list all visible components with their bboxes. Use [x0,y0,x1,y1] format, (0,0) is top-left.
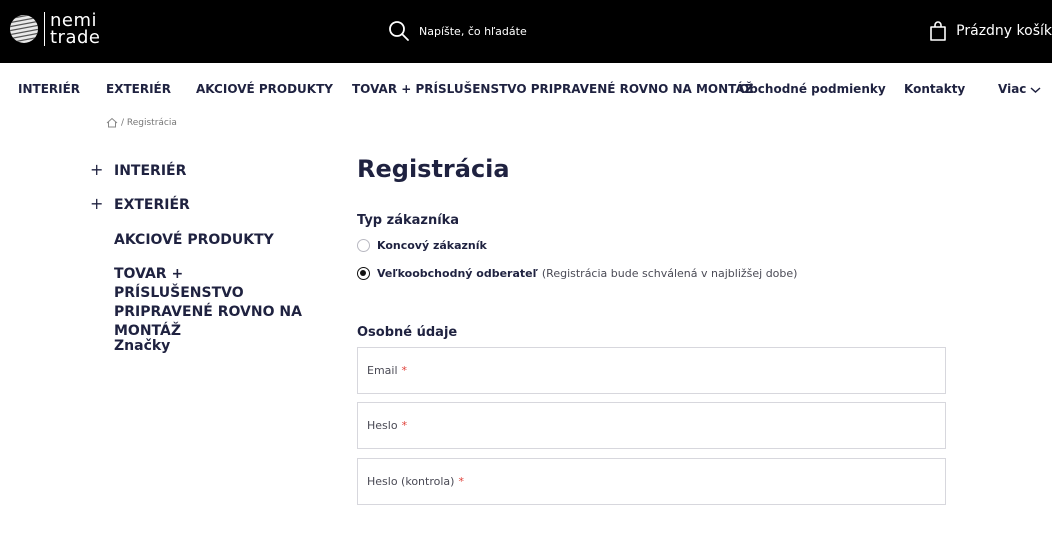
sidebar-item-interier[interactable]: INTERIÉR [114,162,186,181]
nav-item-akciove-produkty[interactable]: AKCIOVÉ PRODUKTY [196,82,333,96]
nav-item-kontakty[interactable]: Kontakty [904,82,965,96]
chevron-down-icon [1030,86,1041,93]
radio-wholesale-label[interactable]: Veľkoobchodný odberateľ [377,267,538,280]
sidebar-item-exterier[interactable]: EXTERIÉR [114,196,190,215]
logo-text: nemi trade [50,12,101,48]
sidebar-item-tovar-prislusenstvo[interactable]: TOVAR + PRÍSLUŠENSTVO PRIPRAVENÉ ROVNO N… [114,265,314,341]
sidebar-item-znacky[interactable]: Značky [114,337,170,356]
logo-text-line2: trade [50,27,101,48]
shopping-bag-icon [930,21,946,41]
sidebar-item-akciove-produkty[interactable]: AKCIOVÉ PRODUKTY [114,231,274,250]
radio-wholesale[interactable] [357,267,370,280]
expand-exterier-icon[interactable]: + [90,196,103,212]
search-bar[interactable]: Napíšte, čo hľadáte [388,18,527,44]
nav-more-label[interactable]: Viac [998,82,1026,96]
nav-item-tovar-prislusenstvo[interactable]: TOVAR + PRÍSLUŠENSTVO PRIPRAVENÉ ROVNO N… [352,82,753,96]
email-field-label: Email [367,364,398,377]
logo-mark-icon [10,15,38,43]
password-required-mark: * [401,419,408,432]
nav-item-interier[interactable]: INTERIÉR [18,82,80,96]
radio-option-retail[interactable]: Koncový zákazník [357,239,487,252]
password-confirm-field-label: Heslo (kontrola) [367,475,455,488]
personal-info-title: Osobné údaje [357,325,458,340]
customer-type-title: Typ zákazníka [357,213,460,228]
cart-button[interactable]: Prázdny košík [928,18,1052,44]
email-required-mark: * [401,364,408,377]
logo-divider [44,12,45,46]
password-field-label: Heslo [367,419,398,432]
search-placeholder[interactable]: Napíšte, čo hľadáte [419,25,527,38]
radio-retail-label[interactable]: Koncový zákazník [377,239,487,252]
radio-wholesale-note: (Registrácia bude schválená v najbližšej… [541,267,798,280]
password-field[interactable]: Heslo * [357,402,946,449]
nav-item-obchodne-podmienky[interactable]: Obchodné podmienky [739,82,886,96]
cart-label[interactable]: Prázdny košík [956,23,1052,39]
nav-item-more[interactable]: Viac [998,82,1041,96]
password-confirm-field[interactable]: Heslo (kontrola) * [357,458,946,505]
breadcrumb-current: / Registrácia [121,117,177,128]
breadcrumb: / Registrácia [106,117,177,128]
home-icon[interactable] [106,117,118,128]
main-nav: INTERIÉR EXTERIÉR AKCIOVÉ PRODUKTY TOVAR… [0,63,1052,118]
top-bar: nemi trade Napíšte, čo hľadáte Prázdny k… [0,0,1052,63]
nav-item-exterier[interactable]: EXTERIÉR [106,82,171,96]
password-confirm-required-mark: * [458,475,464,488]
logo[interactable]: nemi trade [8,9,101,49]
radio-retail[interactable] [357,239,370,252]
expand-interier-icon[interactable]: + [90,162,103,178]
radio-option-wholesale[interactable]: Veľkoobchodný odberateľ (Registrácia bud… [357,267,797,280]
email-field[interactable]: Email * [357,347,946,394]
page-title: Registrácia [357,155,510,183]
search-icon[interactable] [388,20,410,42]
